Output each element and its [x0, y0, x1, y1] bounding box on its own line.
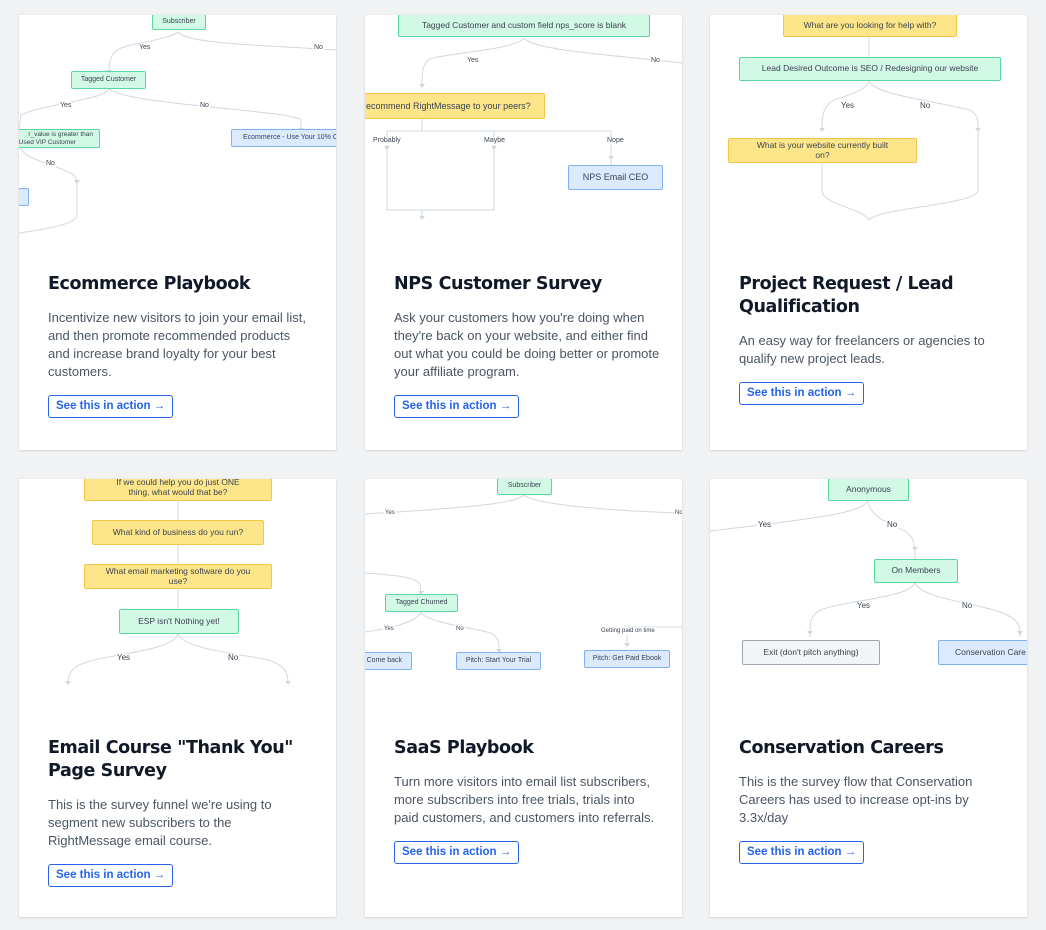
flow-node: Anonymous — [828, 479, 909, 501]
card-title: SaaS Playbook — [394, 738, 534, 758]
flow-diagram-preview: Tagged Customer and custom field nps_sco… — [365, 15, 682, 245]
flow-diagram-preview: Anonymous On Members Exit (don't pitch a… — [710, 479, 1027, 709]
flow-node: What email marketing software do you use… — [84, 564, 272, 589]
card-content: NPS Customer Survey Ask your customers h… — [394, 273, 660, 418]
card-description: This is the survey flow that Conservatio… — [739, 774, 973, 825]
flow-node-line: r_value is greater than — [28, 131, 93, 139]
edge-label: Yes — [840, 101, 856, 110]
see-in-action-button[interactable]: See this in action → — [48, 395, 174, 418]
see-in-action-button[interactable]: See this in action → — [48, 864, 174, 887]
flow-node — [19, 188, 29, 206]
edge-label: Yes — [116, 653, 132, 662]
see-in-action-button[interactable]: See this in action → — [739, 841, 865, 864]
flow-diagram-preview: Subscriber Tagged Churned Come back Pitc… — [365, 479, 682, 709]
edge-label: Probably — [372, 137, 402, 145]
flow-node: What is your website currently built on? — [728, 138, 917, 163]
edge-label: No — [45, 160, 56, 168]
flow-node: NPS Email CEO — [568, 165, 663, 190]
flow-diagram-preview: If we could help you do just ONE thing, … — [19, 479, 336, 709]
flow-node: Tagged Customer and custom field nps_sco… — [398, 15, 650, 37]
card-content: Conservation Careers This is the survey … — [739, 737, 1005, 864]
flow-node: Subscriber — [152, 15, 206, 30]
edge-label: No — [313, 44, 324, 52]
card-description: Incentivize new visitors to join your em… — [48, 310, 306, 379]
template-card-saas-playbook: Subscriber Tagged Churned Come back Pitc… — [365, 479, 682, 917]
edge-label: Yes — [757, 520, 773, 529]
card-description: This is the survey funnel we're using to… — [48, 797, 272, 848]
flow-node: Come back — [365, 652, 412, 670]
edge-label: No — [227, 653, 240, 662]
edge-label: No — [961, 601, 974, 610]
template-card-project-request: What are you looking for help with? Lead… — [710, 15, 1027, 450]
card-content: Project Request / Lead Qualification An … — [739, 273, 1005, 405]
card-title: Email Course "Thank You" Page Survey — [48, 738, 293, 781]
template-card-ecommerce-playbook: Subscriber Tagged Customer r_value is gr… — [19, 15, 336, 450]
card-description: Ask your customers how you're doing when… — [394, 310, 660, 379]
flow-node: On Members — [874, 559, 958, 583]
edge-label: Yes — [384, 509, 396, 517]
card-content: Email Course "Thank You" Page Survey Thi… — [48, 737, 314, 887]
card-title: NPS Customer Survey — [394, 274, 602, 294]
flow-node: Conservation Care — [938, 640, 1027, 665]
card-content: Ecommerce Playbook Incentivize new visit… — [48, 273, 314, 418]
template-card-email-course-survey: If we could help you do just ONE thing, … — [19, 479, 336, 917]
flow-diagram-preview: What are you looking for help with? Lead… — [710, 15, 1027, 245]
flow-node-line: l Used VIP Customer — [19, 138, 76, 146]
flow-connectors — [819, 37, 981, 221]
flow-node: What kind of business do you run? — [92, 520, 264, 545]
edge-label: No — [886, 520, 899, 529]
flow-connectors — [384, 37, 682, 220]
see-in-action-button[interactable]: See this in action → — [739, 382, 865, 405]
card-title: Project Request / Lead Qualification — [739, 274, 954, 317]
edge-label: Yes — [856, 601, 872, 610]
flow-node: Exit (don't pitch anything) — [742, 640, 880, 665]
edge-label: Maybe — [483, 137, 507, 145]
flow-node-line: use? — [168, 575, 188, 586]
edge-label: No — [919, 101, 932, 110]
template-card-nps-customer-survey: Tagged Customer and custom field nps_sco… — [365, 15, 682, 450]
edge-label: No — [650, 57, 661, 65]
see-in-action-button[interactable]: See this in action → — [394, 395, 520, 418]
edge-label: Yes — [59, 102, 73, 110]
template-card-conservation-careers: Anonymous On Members Exit (don't pitch a… — [710, 479, 1027, 917]
edge-label: Yes — [383, 625, 395, 633]
edge-label: No — [455, 625, 465, 633]
flow-node: Tagged Customer — [71, 71, 146, 89]
edge-label: Yes — [466, 57, 480, 65]
card-title: Ecommerce Playbook — [48, 274, 251, 294]
edge-label: No — [199, 102, 210, 110]
flow-node: What are you looking for help with? — [783, 15, 957, 37]
edge-label: No — [674, 509, 682, 517]
flow-node: Pitch: Start Your Trial — [456, 652, 541, 670]
flow-node: r_value is greater than l Used VIP Custo… — [19, 129, 100, 148]
card-description: An easy way for freelancers or agencies … — [739, 333, 985, 366]
flow-node: ESP isn't Nothing yet! — [119, 609, 239, 634]
card-content: SaaS Playbook Turn more visitors into em… — [394, 737, 660, 864]
flow-node: Lead Desired Outcome is SEO / Redesignin… — [739, 57, 1001, 81]
card-title: Conservation Careers — [739, 738, 944, 758]
flow-node-line: on? — [815, 149, 830, 160]
flow-node: Subscriber — [497, 479, 552, 495]
edge-label: Yes — [138, 44, 152, 52]
see-in-action-button[interactable]: See this in action → — [394, 841, 520, 864]
edge-label: Getting paid on time — [600, 627, 656, 635]
flow-connectors — [710, 500, 1023, 638]
flow-node: Tagged Churned — [385, 594, 458, 612]
flow-connectors — [65, 501, 291, 685]
flow-node: Ecommerce - Use Your 10% Off C — [231, 129, 336, 147]
flow-node: ecommend RightMessage to your peers? — [365, 93, 545, 119]
card-description: Turn more visitors into email list subsc… — [394, 774, 655, 825]
flow-diagram-preview: Subscriber Tagged Customer r_value is gr… — [19, 15, 336, 245]
flow-node-line: thing, what would that be? — [128, 487, 228, 497]
edge-label: Nope — [606, 137, 625, 145]
flow-node: Pitch: Get Paid Ebook — [584, 650, 670, 668]
flow-node: If we could help you do just ONE thing, … — [84, 479, 272, 501]
